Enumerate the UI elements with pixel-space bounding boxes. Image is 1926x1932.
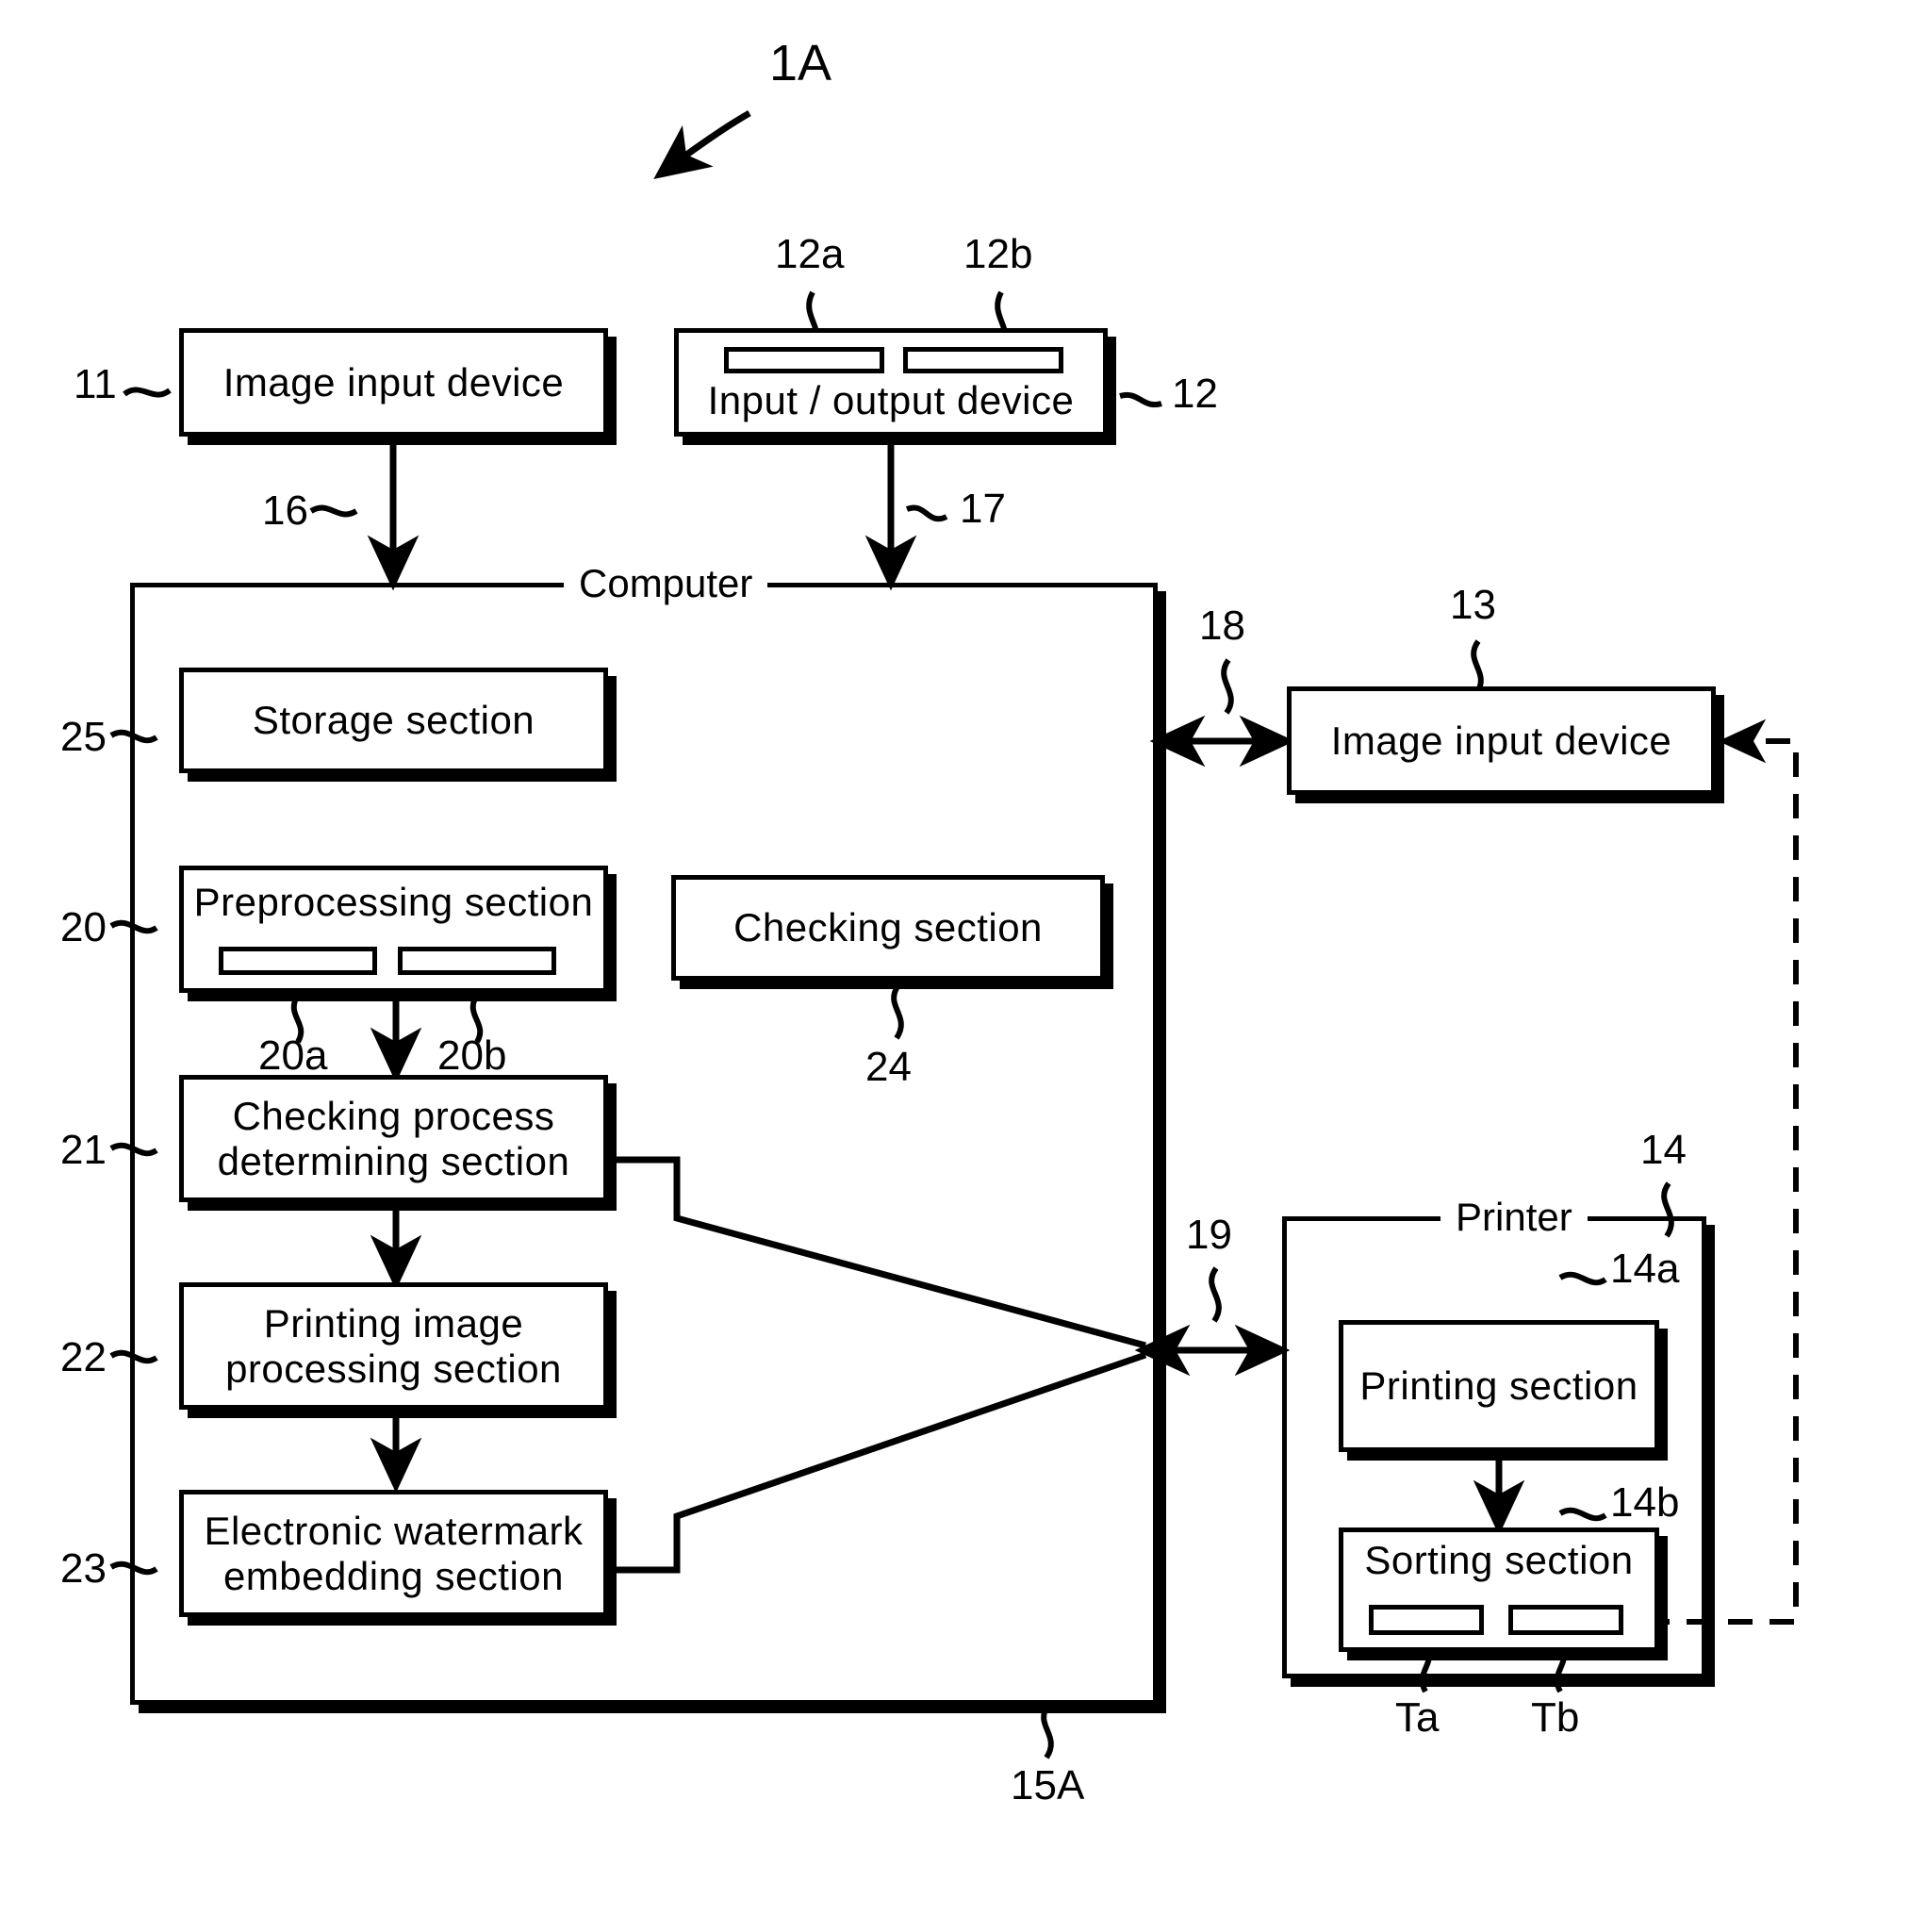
image-input-device-11-label: Image input device (222, 359, 565, 405)
electronic-watermark-embedding-section-box[interactable]: Electronic watermark embedding section (179, 1490, 608, 1617)
image-input-device-13-box[interactable]: Image input device (1287, 686, 1716, 795)
printing-image-processing-line2: processing section (225, 1346, 562, 1391)
ref-25: 25 (60, 714, 107, 760)
ref-14a: 14a (1610, 1246, 1680, 1292)
computer-label: Computer (564, 564, 768, 603)
ref-14b: 14b (1610, 1479, 1680, 1526)
printing-image-processing-line1: Printing image (263, 1301, 524, 1346)
ref-20: 20 (60, 904, 107, 950)
ref-17: 17 (960, 486, 1006, 532)
image-input-device-11-box[interactable]: Image input device (179, 328, 608, 437)
electronic-watermark-embedding-line2: embedding section (222, 1553, 565, 1598)
sorting-section-label: Sorting section (1364, 1538, 1634, 1582)
ref-12a: 12a (775, 231, 845, 277)
ref-12b: 12b (963, 231, 1033, 277)
figure-pointer-arrow (653, 109, 751, 180)
storage-section-box[interactable]: Storage section (179, 668, 608, 773)
ref-15A: 15A (1011, 1762, 1085, 1808)
printing-section-label: Printing section (1359, 1363, 1638, 1409)
ref-18: 18 (1199, 603, 1245, 649)
ref-20a: 20a (258, 1032, 328, 1079)
patent-figure: 11 12 12a 12b 16 17 18 13 25 20 20a 20b … (0, 0, 1926, 1932)
ref-21: 21 (60, 1127, 107, 1173)
input-output-device-12-box[interactable]: Input / output device (674, 328, 1108, 437)
ref-Tb: Tb (1531, 1694, 1580, 1741)
checking-process-determining-line1: Checking process (232, 1094, 555, 1139)
checking-section-box[interactable]: Checking section (671, 875, 1105, 981)
ref-19: 19 (1186, 1212, 1232, 1258)
printer-label: Printer (1440, 1197, 1588, 1237)
printing-section-box[interactable]: Printing section (1339, 1320, 1659, 1452)
ref-Ta: Ta (1395, 1694, 1440, 1741)
preprocessing-slot-20a[interactable] (219, 947, 377, 975)
ref-11: 11 (74, 361, 117, 407)
ref-24: 24 (865, 1044, 912, 1090)
io-device-slot-12a[interactable] (724, 347, 884, 373)
printing-image-processing-section-box[interactable]: Printing image processing section (179, 1282, 608, 1410)
ref-16: 16 (262, 487, 308, 534)
checking-process-determining-section-box[interactable]: Checking process determining section (179, 1075, 608, 1202)
input-output-device-12-label: Input / output device (707, 377, 1075, 422)
preprocessing-slot-20b[interactable] (398, 947, 556, 975)
preprocessing-section-label: Preprocessing section (193, 880, 594, 924)
ref-23: 23 (60, 1545, 107, 1592)
ref-12: 12 (1172, 371, 1218, 417)
ref-14: 14 (1640, 1127, 1687, 1173)
ref-20b: 20b (437, 1032, 507, 1079)
figure-id-label: 1A (769, 35, 832, 91)
sorting-tray-Tb[interactable] (1508, 1605, 1623, 1635)
electronic-watermark-embedding-line1: Electronic watermark (204, 1509, 584, 1554)
storage-section-label: Storage section (252, 698, 535, 743)
image-input-device-13-label: Image input device (1330, 718, 1672, 763)
checking-section-label: Checking section (733, 905, 1043, 950)
io-device-slot-12b[interactable] (903, 347, 1063, 373)
ref-22: 22 (60, 1334, 107, 1380)
ref-13: 13 (1450, 582, 1496, 628)
sorting-tray-Ta[interactable] (1369, 1605, 1484, 1635)
checking-process-determining-line2: determining section (217, 1138, 570, 1183)
